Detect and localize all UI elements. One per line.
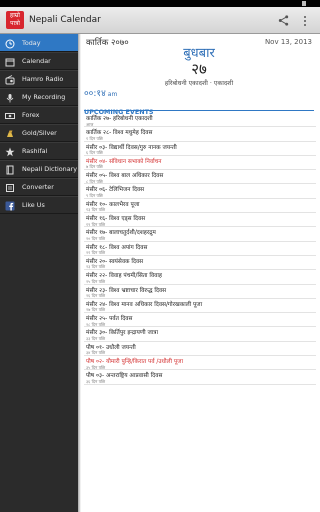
- event-row[interactable]: मंसीर ०४- संविधान सभाको निर्वाचन ७ दिन पछ…: [84, 156, 316, 171]
- calendar-today-icon: [5, 39, 15, 49]
- drawer-item-label: Hamro Radio: [22, 75, 64, 83]
- time-ampm: am: [107, 91, 118, 98]
- microphone-icon: [6, 94, 14, 103]
- event-row[interactable]: मंसीर १७- बालाचतुर्दशी/दशहरद्रुम २० दिन प…: [84, 227, 316, 242]
- drawer-item-label: Calendar: [22, 57, 51, 65]
- drawer-item-calendar[interactable]: Calendar: [0, 52, 78, 70]
- event-row[interactable]: मंसीर २४- विश्व मानव अधिकार दिवस/गोरखकाल…: [84, 299, 316, 314]
- event-row[interactable]: मंसीर २५- पर्वत दिवस २८ दिन पछि: [84, 313, 316, 328]
- drawer-item-label: Rashifal: [22, 147, 48, 155]
- battery-icon: [302, 1, 306, 6]
- event-title: कार्तिक २७- हरिबोधनी एकादशी: [86, 116, 153, 122]
- upcoming-events-header: UPCOMING EVENTS: [84, 99, 314, 116]
- app-logo-text-bottom: पात्रो: [10, 20, 20, 27]
- event-row[interactable]: मंसीर ०६- टेलिभिजन दिवस ९ दिन पछि: [84, 184, 316, 199]
- app-logo-text-top: हाम्रो: [10, 12, 20, 19]
- drawer-item-label: Like Us: [22, 201, 45, 209]
- drawer-item-label: Converter: [22, 183, 54, 191]
- drawer-item-nepali-dictionary[interactable]: Nepali Dictionary: [0, 160, 78, 178]
- drawer-item-label: Today: [22, 39, 41, 47]
- action-bar: हाम्रो पात्रो Nepali Calendar: [0, 7, 320, 34]
- star-icon: [5, 147, 15, 157]
- app-title: Nepali Calendar: [29, 15, 101, 25]
- event-row[interactable]: मंसीर १०- कालभैरव पूजा १३ दिन पछि: [84, 199, 316, 214]
- converter-icon: [6, 184, 14, 192]
- current-time: ००:१४ am: [84, 86, 117, 99]
- currency-icon: [5, 113, 15, 119]
- event-row[interactable]: मंसीर ०३- विद्यार्थी दिवस/गुरु नानक जयन्…: [84, 142, 316, 156]
- drawer-item-converter[interactable]: Converter: [0, 178, 78, 196]
- event-row[interactable]: पौष ०३- अन्तराष्ट्रिय आप्रवासी दिवस ३६ दि…: [84, 370, 316, 385]
- drawer-item-my-recording[interactable]: My Recording: [0, 88, 78, 106]
- app-logo[interactable]: हाम्रो पात्रो: [6, 11, 24, 29]
- overflow-menu-icon[interactable]: [303, 15, 307, 27]
- drawer-item-rashifal[interactable]: Rashifal: [0, 142, 78, 160]
- today-panel: कार्तिक २०७० Nov 13, 2013 बुधबार २७ हरिब…: [78, 34, 320, 512]
- navigation-drawer: Today Calendar Hamro Radio My Recording …: [0, 34, 78, 512]
- event-row[interactable]: मंसीर ०५- विश्व बाल अधिकार दिवस ८ दिन पछि: [84, 170, 316, 185]
- radio-icon: [5, 75, 15, 85]
- gold-icon: [7, 130, 13, 137]
- day-number: २७: [191, 60, 207, 78]
- drawer-item-today[interactable]: Today: [0, 34, 78, 52]
- drawer-item-label: My Recording: [22, 93, 66, 101]
- calendar-icon: [5, 58, 15, 67]
- drawer-item-label: Nepali Dictionary: [22, 165, 78, 173]
- event-row[interactable]: मंसीर १६- विश्व एड्स दिवस १९ दिन पछि: [84, 213, 316, 228]
- drawer-item-label: Gold/Silver: [22, 129, 57, 137]
- event-row[interactable]: मंसीर २०- स्वयंसेवक दिवस २३ दिन पछि: [84, 256, 316, 271]
- event-row[interactable]: पौष ०१- उधौली जयन्ती ३४ दिन पछि: [84, 342, 316, 357]
- drawer-item-hamro-radio[interactable]: Hamro Radio: [0, 70, 78, 88]
- event-row[interactable]: मंसीर १८- विश्व अपांग दिवस २१ दिन पछि: [84, 242, 316, 256]
- book-icon: [6, 165, 14, 175]
- share-icon[interactable]: [278, 15, 289, 26]
- upcoming-events-list: कार्तिक २७- हरिबोधनी एकादशी आज कार्तिक २८-…: [84, 113, 316, 385]
- event-days-away: ३६ दिन पछि: [86, 378, 106, 384]
- drawer-item-label: Forex: [22, 111, 40, 119]
- status-bar: [0, 0, 320, 7]
- time-value: ००:१४: [84, 89, 106, 99]
- facebook-icon: [5, 201, 15, 211]
- event-row[interactable]: कार्तिक २८- विश्व मधुमेह दिवस १ दिन पछि: [84, 127, 316, 142]
- event-row[interactable]: मंसीर २२- विवाह पंचमी/सिता विवाह २५ दिन प…: [84, 270, 316, 285]
- drawer-item-gold-silver[interactable]: Gold/Silver: [0, 124, 78, 142]
- event-row[interactable]: पौष ०२- यौमारी पुन्हि/किरात पर्व /उधौली …: [84, 356, 316, 371]
- event-row[interactable]: मंसीर २३- विश्व भ्रष्टाचार विरुद्ध दिवस २…: [84, 285, 316, 299]
- event-row[interactable]: मंसीर ३०- किर्तिपुर इन्द्रायणी जात्रा ३३ …: [84, 327, 316, 342]
- drawer-item-forex[interactable]: Forex: [0, 106, 78, 124]
- drawer-item-like-us[interactable]: Like Us: [0, 196, 78, 214]
- event-row[interactable]: कार्तिक २७- हरिबोधनी एकादशी आज: [84, 113, 316, 128]
